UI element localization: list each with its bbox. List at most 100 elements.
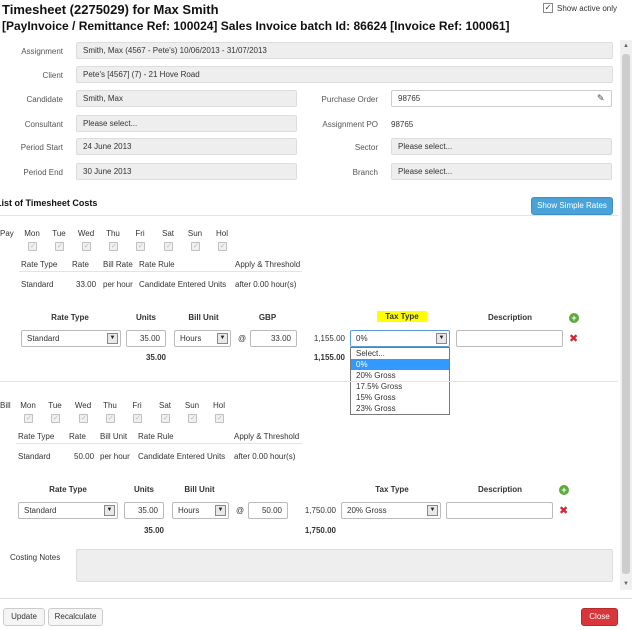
branch-label: Branch <box>352 168 378 177</box>
bill-unit-select[interactable]: Hours ▼ <box>172 502 229 519</box>
pay-apply-threshold-header: Apply & Threshold <box>235 260 301 269</box>
close-button[interactable]: Close <box>581 608 618 626</box>
purchase-order-field[interactable]: 98765 <box>391 90 612 107</box>
pay-thu-checkbox <box>109 242 118 251</box>
day-hol: Hol <box>212 401 225 410</box>
client-label: Client <box>42 71 63 80</box>
tax-option[interactable]: 15% Gross <box>351 392 449 403</box>
update-button[interactable]: Update <box>3 608 45 626</box>
bill-description-input[interactable] <box>446 502 553 519</box>
bill-tue-checkbox <box>51 414 60 423</box>
chevron-down-icon: ▼ <box>427 505 438 516</box>
bill-rate-type-select[interactable]: Standard ▼ <box>18 502 118 519</box>
day-mon: Mon <box>24 229 40 238</box>
pay-rule-value: Candidate Entered Units <box>139 280 227 289</box>
bill-units-input[interactable]: 35.00 <box>124 502 164 519</box>
show-active-label: Show active only <box>557 4 618 13</box>
sector-select[interactable]: Please select... <box>391 138 612 155</box>
assignment-po-value: 98765 <box>391 120 414 129</box>
scrollbar[interactable]: ▲ ▼ <box>620 40 632 590</box>
pay-grid-currency-header: GBP <box>258 313 277 322</box>
pay-rate-input[interactable]: 33.00 <box>250 330 297 347</box>
pay-tue-checkbox <box>55 242 64 251</box>
assignment-field[interactable]: Smith, Max (4567 - Pete's) 10/06/2013 - … <box>76 42 613 59</box>
assignment-label: Assignment <box>21 47 63 56</box>
day-tue: Tue <box>52 229 66 238</box>
bill-tax-type-select[interactable]: 20% Gross ▼ <box>341 502 441 519</box>
bill-grid-units-header: Units <box>134 485 154 494</box>
pay-tax-type-select[interactable]: 0% ▼ <box>350 330 450 347</box>
period-start-field[interactable]: 24 June 2013 <box>76 138 297 155</box>
show-simple-rates-button[interactable]: Show Simple Rates <box>531 197 613 215</box>
bill-rate-type-select-value: Standard <box>24 506 57 515</box>
bill-rate-value: 50.00 <box>74 452 95 461</box>
chevron-down-icon: ▼ <box>436 333 447 344</box>
bill-unit-header: Bill Unit <box>100 432 128 441</box>
consultant-label: Consultant <box>24 120 63 129</box>
chevron-down-icon: ▼ <box>215 505 226 516</box>
delete-bill-row-icon[interactable]: ✖ <box>559 506 568 517</box>
divider <box>16 443 302 444</box>
delete-pay-row-icon[interactable]: ✖ <box>569 334 578 345</box>
day-sun: Sun <box>187 229 203 238</box>
pay-grid-description-header: Description <box>487 313 532 322</box>
pay-unit-select[interactable]: Hours ▼ <box>174 330 231 347</box>
pay-hol-checkbox <box>218 242 227 251</box>
bill-unit-select-value: Hours <box>178 506 200 515</box>
bill-rate-type-value: Standard <box>18 452 51 461</box>
day-hol: Hol <box>215 229 228 238</box>
day-sat: Sat <box>158 401 171 410</box>
bill-fri-checkbox <box>133 414 142 423</box>
bill-grid-tax-type-header: Tax Type <box>375 485 409 494</box>
pay-mon-checkbox <box>28 242 37 251</box>
consultant-select[interactable]: Please select... <box>76 115 297 132</box>
period-start-label: Period Start <box>20 143 63 152</box>
bill-grand-total: 1,750.00 <box>304 526 336 535</box>
day-thu: Thu <box>106 229 120 238</box>
pay-rate-value: 33.00 <box>76 280 97 289</box>
recalculate-button[interactable]: Recalculate <box>48 608 103 626</box>
day-tue: Tue <box>48 401 62 410</box>
costing-notes-textarea[interactable] <box>76 549 613 582</box>
period-end-field[interactable]: 30 June 2013 <box>76 163 297 180</box>
candidate-field[interactable]: Smith, Max <box>76 90 297 107</box>
tax-option[interactable]: 23% Gross <box>351 403 449 414</box>
bill-at-symbol: @ <box>236 506 245 515</box>
day-sun: Sun <box>184 401 200 410</box>
pay-line-total: 1,155.00 <box>313 334 345 343</box>
pay-sun-checkbox <box>191 242 200 251</box>
pay-wed-checkbox <box>82 242 91 251</box>
pay-rate-rule-header: Rate Rule <box>139 260 175 269</box>
branch-select[interactable]: Please select... <box>391 163 612 180</box>
pay-rate-type-select-value: Standard <box>27 334 60 343</box>
pay-at-symbol: @ <box>238 334 247 343</box>
tax-option[interactable]: 20% Gross <box>351 370 449 381</box>
page-title: Timesheet (2275029) for Max Smith <box>2 2 219 17</box>
tax-option[interactable]: 17.5% Gross <box>351 381 449 392</box>
bill-rate-input[interactable]: 50.00 <box>248 502 288 519</box>
show-active-checkbox[interactable]: ✓ <box>543 3 553 13</box>
day-mon: Mon <box>20 401 36 410</box>
tax-option-selected[interactable]: 0% <box>351 359 449 370</box>
scrollbar-thumb[interactable] <box>622 54 630 574</box>
pay-rate-header: Rate <box>72 260 89 269</box>
assignment-po-label: Assignment PO <box>322 120 378 129</box>
pay-grid-bill-unit-header: Bill Unit <box>188 313 219 322</box>
pencil-icon[interactable]: ✎ <box>597 93 605 103</box>
bill-tax-type-select-value: 20% Gross <box>347 506 387 515</box>
pay-units-input[interactable]: 35.00 <box>126 330 166 347</box>
tax-option[interactable]: Select... <box>351 348 449 359</box>
page-subtitle: [PayInvoice / Remittance Ref: 100024] Sa… <box>2 19 510 33</box>
add-pay-row-icon[interactable]: + <box>569 313 579 323</box>
bill-hol-checkbox <box>215 414 224 423</box>
day-thu: Thu <box>103 401 117 410</box>
bill-apply-threshold-header: Apply & Threshold <box>234 432 300 441</box>
add-bill-row-icon[interactable]: + <box>559 485 569 495</box>
day-wed: Wed <box>74 401 92 410</box>
pay-tax-type-select-value: 0% <box>356 334 368 343</box>
pay-description-input[interactable] <box>456 330 563 347</box>
costs-title: List of Timesheet Costs <box>0 198 98 208</box>
bill-rule-value: Candidate Entered Units <box>138 452 226 461</box>
pay-rate-type-select[interactable]: Standard ▼ <box>21 330 121 347</box>
client-field[interactable]: Pete's [4567] (7) - 21 Hove Road <box>76 66 613 83</box>
